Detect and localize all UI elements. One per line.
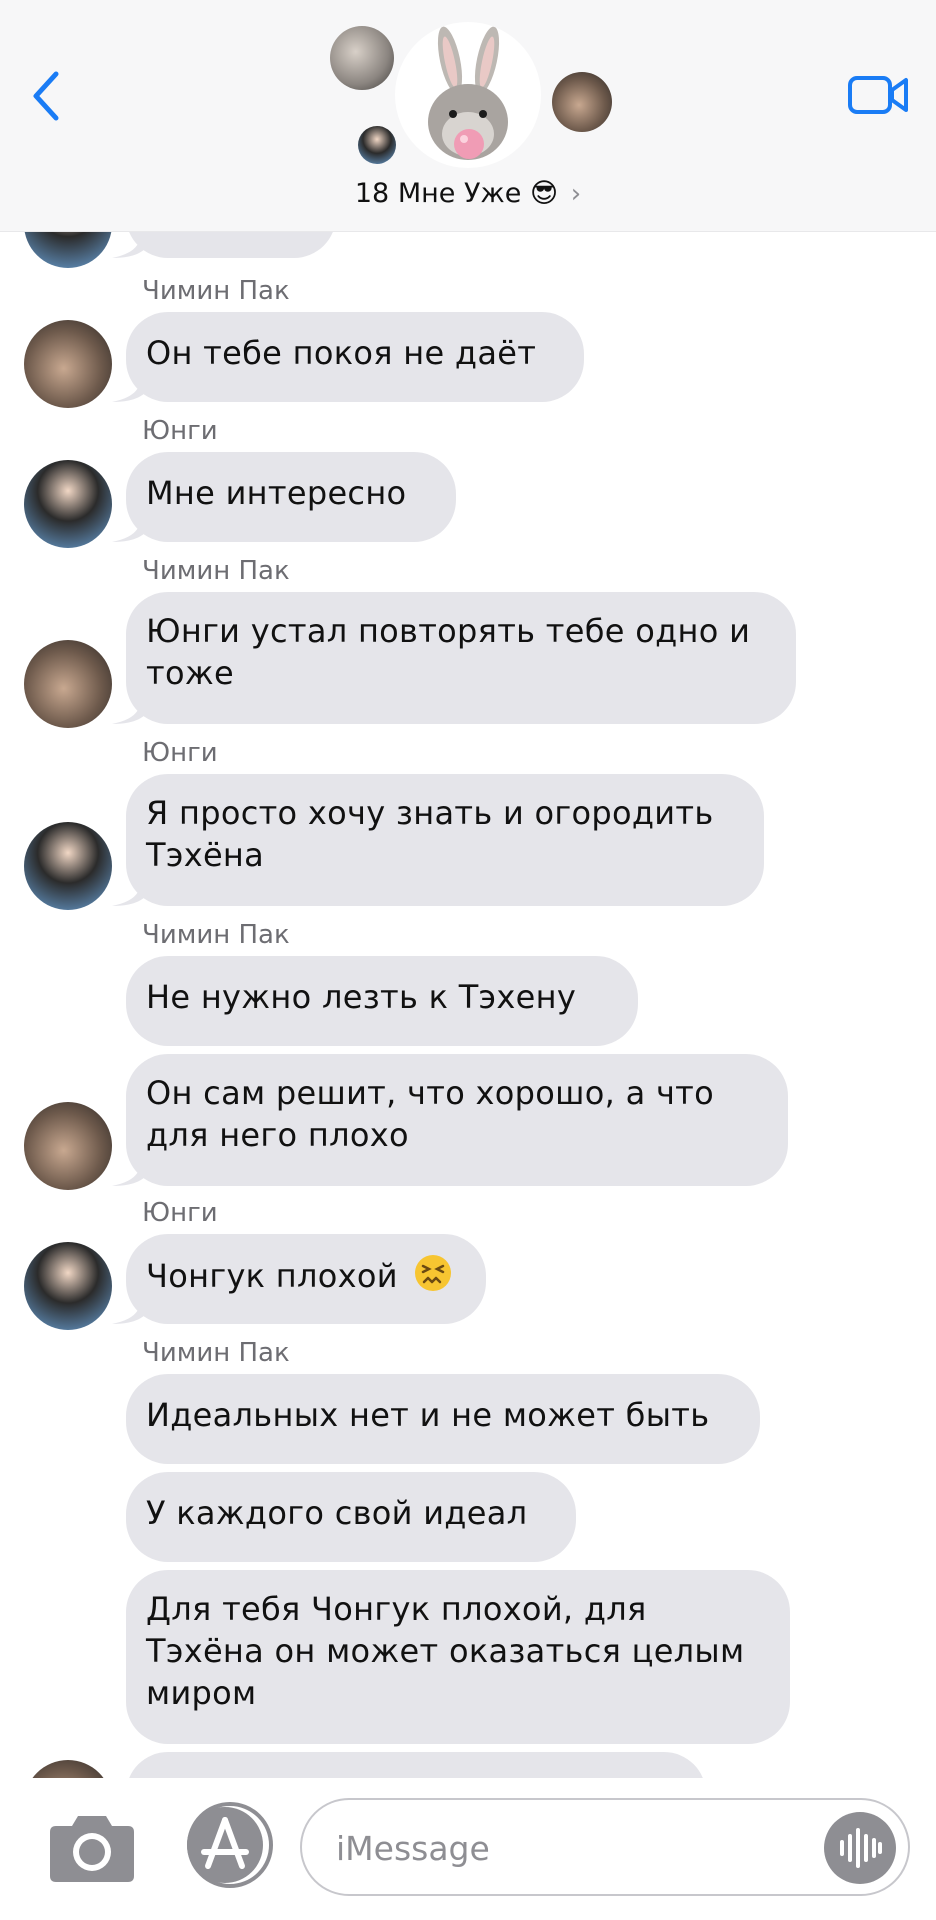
message-bubble[interactable]: Идеальных нет и не может быть [126,1374,760,1464]
back-button[interactable] [28,68,68,124]
composer-bar [0,1778,936,1920]
message-text-line: Для тебя Чонгук плохой, для [146,1590,647,1628]
video-camera-icon [848,76,908,114]
sender-name: Чимин Пак [142,276,290,306]
sender-name: Юнги [142,1198,218,1228]
bubble-tail [112,232,146,258]
sender-name: Чимин Пак [142,556,290,586]
audio-waveform-icon [840,1828,882,1868]
message-bubble[interactable]: Мне интересно [126,452,456,542]
message-text: Идеальных нет и не может быть [146,1396,710,1434]
message-text: Чонгук плохой [146,1257,398,1295]
sender-avatar [24,640,112,728]
sender-avatar [24,232,112,268]
camera-button[interactable] [48,1806,136,1888]
message-bubble[interactable]: Не нужно лезть к Тэхену [126,956,638,1046]
message-bubble[interactable]: Он тебе покоя не даёт [126,312,584,402]
bunny-image [428,26,508,160]
message-bubble[interactable]: Юнги устал повторять тебе одно и тоже [126,592,796,724]
message-bubble[interactable]: У каждого свой идеал [126,1472,576,1562]
message-text-line: для него плохо [146,1116,409,1154]
sunglasses-emoji: 😎 [529,178,559,209]
confounded-face-emoji [414,1254,452,1302]
message-text-line: Я просто хочу знать и огородить [146,794,714,832]
audio-message-button[interactable] [824,1812,896,1884]
message-text-line: тоже [146,654,234,692]
message-text: У каждого свой идеал [146,1494,528,1532]
camera-icon [50,1816,134,1882]
message-bubble[interactable] [126,232,336,258]
chevron-left-icon [33,71,59,121]
message-text: Мне интересно [146,474,407,512]
sender-avatar [24,822,112,910]
message-bubble[interactable]: Чонгук плохой [126,1234,486,1324]
sender-name: Юнги [142,738,218,768]
message-bubble[interactable]: Он сам решит, что хорошо, а что для него… [126,1054,788,1186]
sender-avatar [24,320,112,408]
message-text-line: Тэхёна [146,836,265,874]
member-avatar [358,126,396,164]
message-text-line: Юнги устал повторять тебе одно и [146,612,751,650]
member-avatar [552,72,612,132]
app-store-icon [187,1802,273,1888]
bubble-tail [112,1294,146,1324]
sender-name: Чимин Пак [142,920,290,950]
sender-avatar [24,1102,112,1190]
bubble-tail [112,1156,146,1186]
message-text-line: Он сам решит, что хорошо, а что [146,1074,714,1112]
bubble-tail [112,512,146,542]
message-input[interactable] [336,1826,796,1870]
bubble-tail [112,876,146,906]
message-text: Он тебе покоя не даёт [146,334,537,372]
group-name-button[interactable]: 18 Мне Уже 😎 › [0,178,936,209]
group-avatar[interactable] [395,22,541,168]
message-list[interactable]: Чимин Пак Он тебе покоя не даёт Юнги Мне… [0,232,936,1778]
sender-avatar [24,460,112,548]
sender-avatar [24,1760,112,1778]
bubble-tail [112,694,146,724]
bubble-tail [112,372,146,402]
message-text: Не нужно лезть к Тэхену [146,978,577,1016]
conversation-header: 18 Мне Уже 😎 › [0,0,936,232]
group-name: 18 Мне Уже [354,178,522,209]
message-text-line: миром [146,1674,257,1712]
message-text-line: Тэхёна он может оказаться целым [146,1632,745,1670]
sender-name: Юнги [142,416,218,446]
sender-name: Чимин Пак [142,1338,290,1368]
member-avatar [330,26,394,90]
message-bubble[interactable]: Я просто хочу знать и огородить Тэхёна [126,774,764,906]
sender-avatar [24,1242,112,1330]
message-bubble[interactable] [126,1752,706,1778]
chevron-right-icon: › [570,179,582,209]
app-store-button[interactable] [180,1800,280,1890]
message-input-field[interactable] [300,1798,910,1896]
message-bubble[interactable]: Для тебя Чонгук плохой, для Тэхёна он мо… [126,1570,790,1744]
video-call-button[interactable] [848,74,910,116]
